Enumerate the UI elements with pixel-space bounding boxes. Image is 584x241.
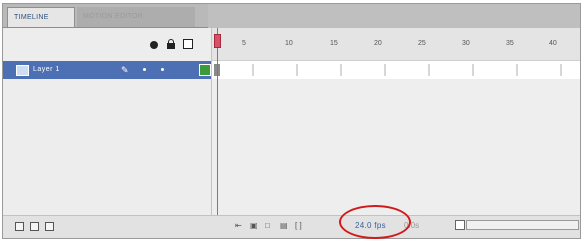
ruler-label: 35 bbox=[506, 40, 514, 47]
frame-divider bbox=[560, 64, 562, 76]
frame-divider bbox=[384, 64, 386, 76]
modify-markers-icon[interactable]: [ ] bbox=[295, 221, 302, 230]
lock-icon[interactable] bbox=[167, 39, 175, 49]
ruler-label: 20 bbox=[374, 40, 382, 47]
frame-divider bbox=[472, 64, 474, 76]
delete-icon[interactable] bbox=[45, 222, 54, 231]
frame-divider bbox=[340, 64, 342, 76]
layer-name[interactable]: Layer 1 bbox=[33, 61, 60, 79]
frame-divider bbox=[296, 64, 298, 76]
layers-panel: Layer 1 ✎ bbox=[3, 28, 212, 215]
onion-outline-icon[interactable]: □ bbox=[265, 221, 270, 230]
ruler-label: 15 bbox=[330, 40, 338, 47]
edit-multiple-frames-icon[interactable]: ▤ bbox=[280, 221, 288, 230]
pencil-icon: ✎ bbox=[121, 65, 129, 75]
frames-row[interactable] bbox=[212, 61, 580, 79]
horizontal-scrollbar[interactable] bbox=[466, 220, 579, 230]
onion-skin-icon[interactable]: ▣ bbox=[250, 221, 258, 230]
ruler-label: 25 bbox=[418, 40, 426, 47]
timeline-footer: ⇤ ▣ □ ▤ [ ] 24.0 fps 0.0s bbox=[3, 215, 580, 238]
frame-divider bbox=[252, 64, 254, 76]
layer-header-icons bbox=[150, 39, 210, 51]
timeline-panel: TIMELINE MOTION EDITOR Layer 1 ✎ 5 10 15… bbox=[2, 3, 581, 239]
ruler-label: 5 bbox=[242, 40, 246, 47]
layer-icon bbox=[16, 65, 29, 76]
tab-bar: TIMELINE MOTION EDITOR bbox=[3, 4, 580, 28]
eye-icon[interactable] bbox=[150, 41, 158, 49]
tabbar-fill bbox=[208, 4, 580, 28]
layer-row[interactable]: Layer 1 ✎ bbox=[3, 61, 211, 79]
playhead[interactable] bbox=[214, 28, 221, 215]
outline-icon[interactable] bbox=[183, 39, 193, 49]
frame-divider bbox=[428, 64, 430, 76]
tab-motion-editor[interactable]: MOTION EDITOR bbox=[77, 7, 195, 27]
ruler-label: 40 bbox=[549, 40, 557, 47]
new-folder-icon[interactable] bbox=[30, 222, 39, 231]
tab-timeline[interactable]: TIMELINE bbox=[7, 7, 75, 27]
center-frame-icon[interactable]: ⇤ bbox=[235, 221, 242, 230]
scroll-left-button[interactable] bbox=[455, 220, 465, 230]
frames-area[interactable]: 5 10 15 20 25 30 35 40 bbox=[212, 28, 580, 215]
new-layer-icon[interactable] bbox=[15, 222, 24, 231]
lock-dot[interactable] bbox=[161, 68, 164, 71]
visibility-dot[interactable] bbox=[143, 68, 146, 71]
annotation-circle bbox=[339, 205, 411, 239]
playhead-handle[interactable] bbox=[214, 34, 221, 48]
ruler-label: 30 bbox=[462, 40, 470, 47]
ruler-label: 10 bbox=[285, 40, 293, 47]
frame-divider bbox=[516, 64, 518, 76]
outline-color-swatch[interactable] bbox=[199, 64, 211, 76]
frame-ruler[interactable]: 5 10 15 20 25 30 35 40 bbox=[212, 28, 580, 61]
